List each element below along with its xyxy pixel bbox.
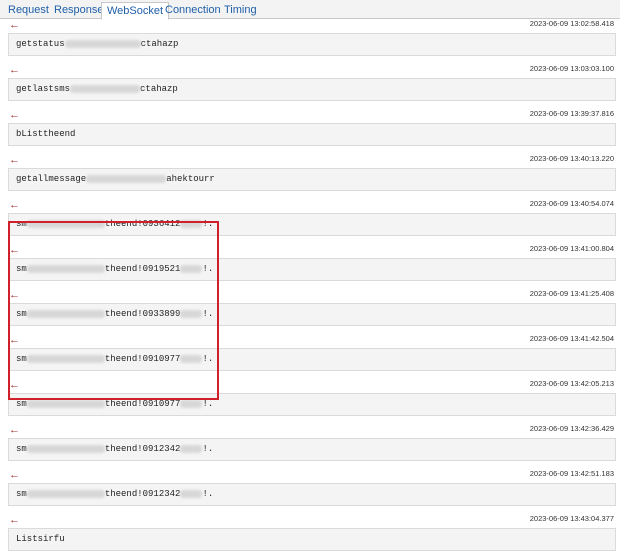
redacted-blur <box>70 84 141 93</box>
message-payload[interactable]: sm theend!0910977!. <box>8 348 616 371</box>
redacted-blur <box>180 444 203 453</box>
tab-bar: Request Response WebSocket Connection Ti… <box>0 0 620 20</box>
message-timestamp: 2023-06-09 13:39:37.816 <box>529 109 614 118</box>
websocket-message-list[interactable]: ← 2023-06-09 13:02:58.418 getstatus ctaha… <box>0 19 620 556</box>
redacted-blur <box>64 39 141 48</box>
message-payload[interactable]: sm theend!0936412!. <box>8 213 616 236</box>
list-item[interactable]: ← 2023-06-09 13:03:03.100 getlastsms ctah… <box>0 64 620 109</box>
left-arrow-icon: ← <box>9 514 20 526</box>
redacted-blur <box>26 489 105 498</box>
list-item[interactable]: ← 2023-06-09 13:41:25.408 sm theend!09338… <box>0 289 620 334</box>
message-text: sm theend!0910977!. <box>16 354 214 364</box>
tab-connection[interactable]: Connection <box>160 2 226 19</box>
message-text: sm theend!0912342!. <box>16 489 214 499</box>
message-timestamp: 2023-06-09 13:40:13.220 <box>529 154 614 163</box>
message-text: sm theend!0910977!. <box>16 399 214 409</box>
redacted-blur <box>26 399 105 408</box>
redacted-blur <box>180 219 203 228</box>
left-arrow-icon: ← <box>9 469 20 481</box>
left-arrow-icon: ← <box>9 19 20 31</box>
message-payload[interactable]: sm theend!0933899!. <box>8 303 616 326</box>
message-timestamp: 2023-06-09 13:42:36.429 <box>529 424 614 433</box>
redacted-blur <box>180 354 203 363</box>
redacted-blur <box>180 264 203 273</box>
list-item[interactable]: ← 2023-06-09 13:42:51.183 sm theend!09123… <box>0 469 620 514</box>
message-payload[interactable]: Listsirfu <box>8 528 616 551</box>
message-timestamp: 2023-06-09 13:43:04.377 <box>529 514 614 523</box>
list-item[interactable]: ← 2023-06-09 13:40:13.220 getallmessage a… <box>0 154 620 199</box>
redacted-blur <box>180 399 203 408</box>
message-text: getlastsms ctahazp <box>16 84 178 94</box>
list-item[interactable]: ← 2023-06-09 13:41:42.504 sm theend!09109… <box>0 334 620 379</box>
message-payload[interactable]: sm theend!0912342!. <box>8 438 616 461</box>
message-payload[interactable]: getallmessage ahektourr <box>8 168 616 191</box>
message-timestamp: 2023-06-09 13:41:00.804 <box>529 244 614 253</box>
message-text: sm theend!0912342!. <box>16 444 214 454</box>
redacted-blur <box>180 309 203 318</box>
list-item[interactable]: ← 2023-06-09 13:40:54.074 sm theend!09364… <box>0 199 620 244</box>
message-payload[interactable]: sm theend!0910977!. <box>8 393 616 416</box>
message-timestamp: 2023-06-09 13:42:05.213 <box>529 379 614 388</box>
redacted-blur <box>26 444 105 453</box>
left-arrow-icon: ← <box>9 154 20 166</box>
list-item[interactable]: ← 2023-06-09 13:42:05.213 sm theend!09109… <box>0 379 620 424</box>
message-timestamp: 2023-06-09 13:02:58.418 <box>529 19 614 28</box>
tab-request[interactable]: Request <box>3 2 54 19</box>
left-arrow-icon: ← <box>9 289 20 301</box>
tab-timing[interactable]: Timing <box>219 2 262 19</box>
message-payload[interactable]: sm theend!0919521!. <box>8 258 616 281</box>
left-arrow-icon: ← <box>9 424 20 436</box>
message-text: sm theend!0936412!. <box>16 219 214 229</box>
message-text: bListtheend <box>16 129 76 139</box>
redacted-blur <box>26 264 105 273</box>
redacted-blur <box>26 309 105 318</box>
message-text: getstatus ctahazp <box>16 39 179 49</box>
list-item[interactable]: ← 2023-06-09 13:39:37.816 bListtheend <box>0 109 620 154</box>
redacted-blur <box>86 174 167 183</box>
left-arrow-icon: ← <box>9 379 20 391</box>
message-timestamp: 2023-06-09 13:40:54.074 <box>529 199 614 208</box>
redacted-blur <box>26 354 105 363</box>
list-item[interactable]: ← 2023-06-09 13:02:58.418 getstatus ctaha… <box>0 19 620 64</box>
message-payload[interactable]: sm theend!0912342!. <box>8 483 616 506</box>
message-timestamp: 2023-06-09 13:03:03.100 <box>529 64 614 73</box>
redacted-blur <box>180 489 203 498</box>
left-arrow-icon: ← <box>9 334 20 346</box>
message-payload[interactable]: getlastsms ctahazp <box>8 78 616 101</box>
left-arrow-icon: ← <box>9 199 20 211</box>
left-arrow-icon: ← <box>9 244 20 256</box>
message-payload[interactable]: bListtheend <box>8 123 616 146</box>
list-item[interactable]: ← 2023-06-09 13:43:04.377 Listsirfu <box>0 514 620 559</box>
tab-websocket[interactable]: WebSocket <box>101 2 170 20</box>
message-text: Listsirfu <box>16 534 65 544</box>
message-payload[interactable]: getstatus ctahazp <box>8 33 616 56</box>
list-item[interactable]: ← 2023-06-09 13:41:00.804 sm theend!09195… <box>0 244 620 289</box>
left-arrow-icon: ← <box>9 64 20 76</box>
message-text: getallmessage ahektourr <box>16 174 215 184</box>
tab-response[interactable]: Response <box>49 2 109 19</box>
message-timestamp: 2023-06-09 13:41:25.408 <box>529 289 614 298</box>
left-arrow-icon: ← <box>9 109 20 121</box>
message-text: sm theend!0933899!. <box>16 309 214 319</box>
list-item[interactable]: ← 2023-06-09 13:42:36.429 sm theend!09123… <box>0 424 620 469</box>
message-timestamp: 2023-06-09 13:41:42.504 <box>529 334 614 343</box>
message-text: sm theend!0919521!. <box>16 264 214 274</box>
redacted-blur <box>26 219 105 228</box>
message-timestamp: 2023-06-09 13:42:51.183 <box>529 469 614 478</box>
